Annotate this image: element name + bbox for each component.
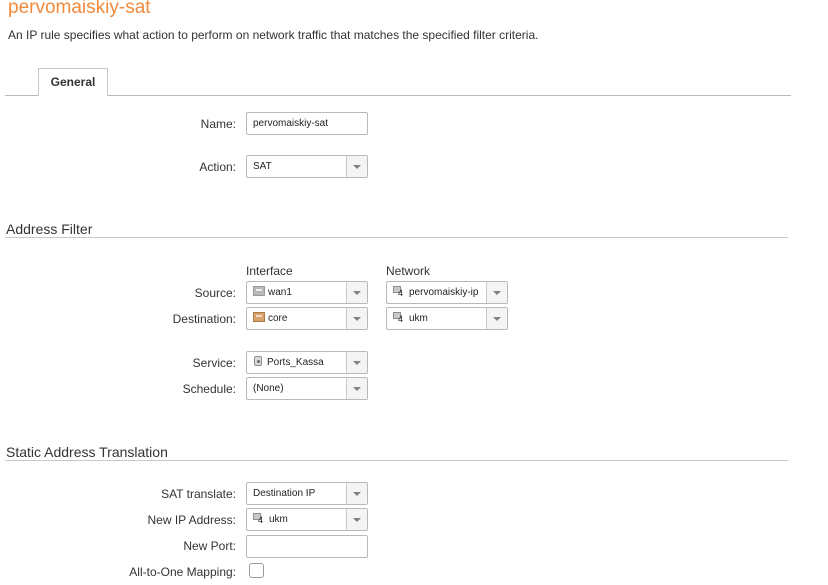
core-interface-icon (253, 312, 265, 322)
chevron-down-icon[interactable] (486, 282, 507, 303)
sat-translate-value: Destination IP (253, 488, 316, 499)
network-object-icon: 4 (393, 312, 406, 324)
all-to-one-label: All-to-One Mapping: (129, 565, 236, 579)
action-label: Action: (199, 160, 236, 174)
destination-interface-value: core (268, 313, 288, 324)
network-object-icon: 4 (393, 286, 406, 298)
chevron-down-icon[interactable] (346, 509, 367, 530)
tab-general[interactable]: General (38, 68, 108, 96)
name-label: Name: (200, 117, 236, 131)
network-object-icon: 4 (253, 513, 266, 525)
new-port-field[interactable] (246, 535, 368, 558)
destination-network-value: ukm (409, 313, 428, 324)
chevron-down-icon[interactable] (486, 308, 507, 329)
action-value: SAT (253, 161, 272, 172)
sat-section-title: Static Address Translation (6, 444, 168, 460)
chevron-down-icon[interactable] (346, 156, 367, 177)
chevron-down-icon[interactable] (346, 483, 367, 504)
sat-translate-select[interactable]: Destination IP (246, 482, 368, 505)
network-header: Network (386, 264, 431, 278)
chevron-down-icon[interactable] (346, 378, 367, 399)
action-select[interactable]: SAT (246, 155, 368, 178)
source-network-select[interactable]: 4 pervomaiskiy-ip (386, 281, 508, 304)
name-field[interactable]: pervomaiskiy-sat (246, 112, 368, 135)
new-ip-select[interactable]: 4 ukm (246, 508, 368, 531)
sat-translate-label: SAT translate: (161, 487, 236, 501)
interface-header: Interface (246, 264, 293, 278)
all-to-one-checkbox[interactable] (249, 563, 264, 578)
interface-icon (253, 286, 265, 296)
new-ip-value: ukm (269, 514, 288, 525)
source-label: Source: (194, 286, 236, 300)
destination-interface-select[interactable]: core (246, 307, 368, 330)
new-ip-label: New IP Address: (147, 513, 237, 527)
source-interface-select[interactable]: wan1 (246, 281, 368, 304)
chevron-down-icon[interactable] (346, 282, 367, 303)
schedule-select[interactable]: (None) (246, 377, 368, 400)
destination-network-select[interactable]: 4 ukm (386, 307, 508, 330)
chevron-down-icon[interactable] (346, 352, 367, 373)
schedule-value: (None) (253, 383, 284, 394)
schedule-label: Schedule: (182, 382, 236, 396)
address-filter-divider (5, 237, 788, 238)
service-value: Ports_Kassa (267, 357, 324, 368)
service-icon (253, 356, 264, 366)
source-interface-value: wan1 (268, 287, 292, 298)
service-select[interactable]: Ports_Kassa (246, 351, 368, 374)
destination-label: Destination: (172, 312, 236, 326)
new-port-label: New Port: (183, 539, 236, 553)
tab-bar-line (5, 95, 791, 96)
sat-section-divider (5, 460, 788, 461)
page-title: pervomaiskiy-sat (8, 0, 151, 18)
page-description: An IP rule specifies what action to perf… (8, 28, 539, 42)
service-label: Service: (192, 356, 236, 370)
chevron-down-icon[interactable] (346, 308, 367, 329)
address-filter-title: Address Filter (6, 221, 93, 237)
source-network-value: pervomaiskiy-ip (409, 287, 479, 298)
